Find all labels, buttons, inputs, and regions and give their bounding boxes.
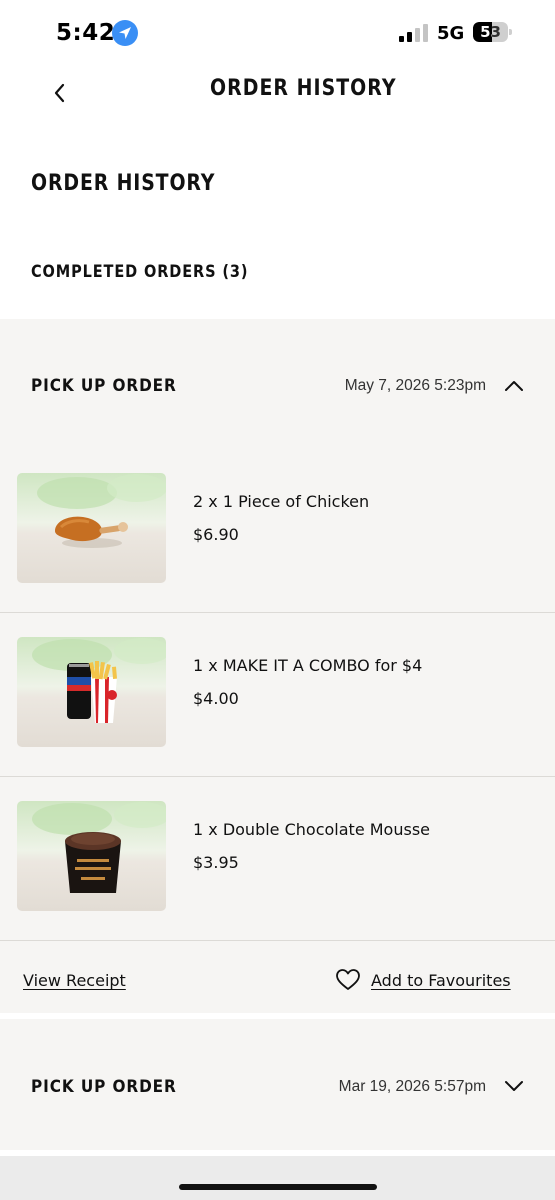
order-actions: View Receipt Add to Favourites (0, 941, 555, 1013)
chocolate-mousse-cup-image (17, 801, 166, 911)
item-name: 1 x MAKE IT A COMBO for $4 (193, 656, 423, 675)
battery-level-text: 53 (480, 23, 501, 41)
order-type: PICK UP ORDER (31, 376, 177, 396)
item-name: 2 x 1 Piece of Chicken (193, 492, 370, 511)
heart-icon[interactable] (335, 968, 361, 992)
order-type: PICK UP ORDER (31, 1077, 177, 1097)
chevron-down-icon[interactable] (503, 1075, 525, 1097)
order-card: PICK UP ORDER May 7, 2026 5:23pm 2 x 1 P… (0, 319, 555, 1013)
order-date: May 7, 2026 5:23pm (344, 377, 486, 394)
order-date: Mar 19, 2026 5:57pm (338, 1078, 486, 1095)
home-bar-area (0, 1156, 555, 1200)
status-bar: 5:42 5G 53 (0, 0, 555, 66)
location-arrow-icon (112, 20, 138, 46)
item-price: $4.00 (193, 689, 239, 708)
item-name: 1 x Double Chocolate Mousse (193, 820, 430, 839)
home-indicator[interactable] (179, 1184, 377, 1190)
add-to-favourites-link[interactable]: Add to Favourites (371, 971, 511, 990)
network-label: 5G (437, 23, 465, 44)
battery-icon: 53 (473, 22, 513, 42)
view-receipt-link[interactable]: View Receipt (23, 971, 126, 990)
page-title: ORDER HISTORY (31, 171, 216, 196)
order-card: PICK UP ORDER Mar 19, 2026 5:57pm (0, 1019, 555, 1150)
fried-chicken-drumstick-image (17, 473, 166, 583)
completed-orders-label: COMPLETED ORDERS (3) (31, 262, 249, 281)
status-time: 5:42 (56, 20, 116, 46)
chevron-up-icon[interactable] (503, 375, 525, 397)
header-title: ORDER HISTORY (210, 76, 397, 101)
order-header[interactable]: PICK UP ORDER May 7, 2026 5:23pm (0, 356, 555, 416)
order-item: 1 x MAKE IT A COMBO for $4 $4.00 (0, 613, 555, 777)
order-header[interactable]: PICK UP ORDER Mar 19, 2026 5:57pm (0, 1057, 555, 1117)
pepsi-and-fries-image (17, 637, 166, 747)
cellular-signal-icon (399, 24, 428, 42)
order-item: 1 x Double Chocolate Mousse $3.95 (0, 777, 555, 941)
order-item: 2 x 1 Piece of Chicken $6.90 (0, 449, 555, 613)
item-price: $6.90 (193, 525, 239, 544)
item-price: $3.95 (193, 853, 239, 872)
